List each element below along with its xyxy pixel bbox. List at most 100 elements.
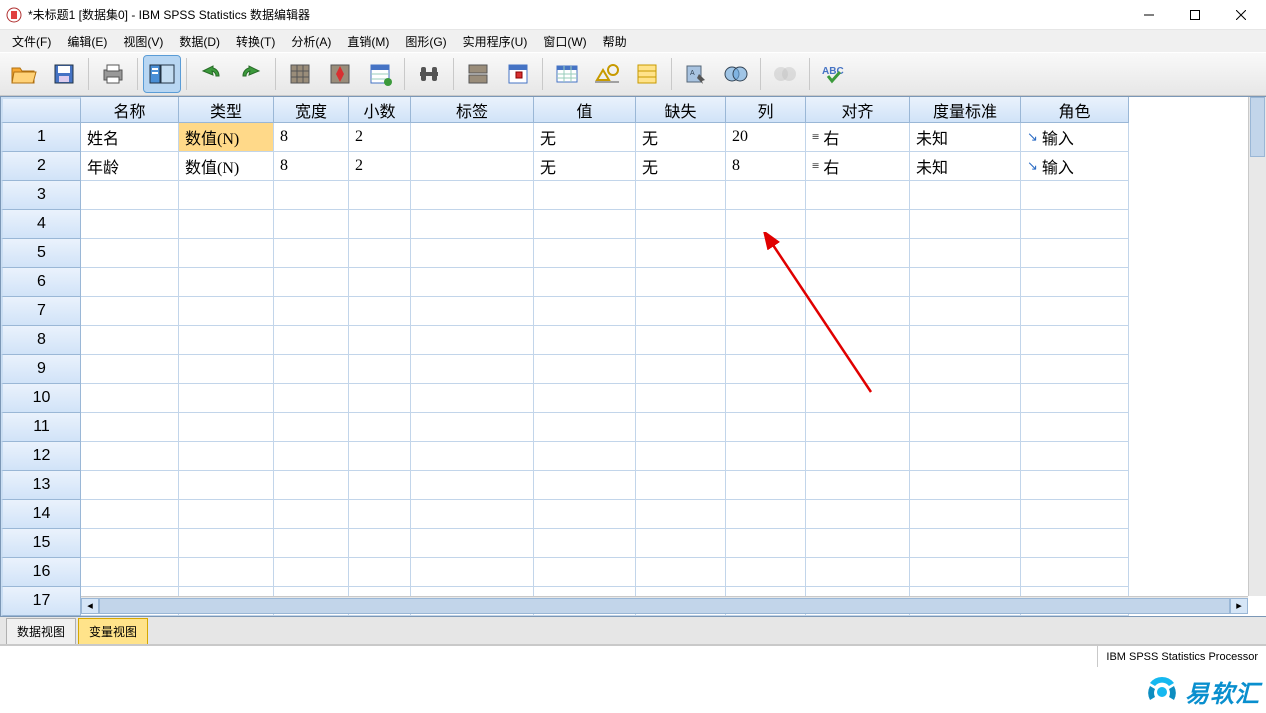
cell-empty[interactable]	[349, 239, 411, 268]
cell-empty[interactable]	[534, 558, 636, 587]
cell-empty[interactable]	[1021, 500, 1129, 529]
cell-decimals[interactable]: 2	[349, 123, 411, 152]
cell-empty[interactable]	[636, 181, 726, 210]
tab-variable-view[interactable]: 变量视图	[78, 618, 148, 644]
cell-empty[interactable]	[636, 239, 726, 268]
cell-label[interactable]	[411, 123, 534, 152]
row-header[interactable]: 10	[1, 384, 81, 413]
cell-empty[interactable]	[411, 297, 534, 326]
cell-empty[interactable]	[81, 529, 179, 558]
menu-data[interactable]: 数据(D)	[171, 31, 228, 52]
cell-cols[interactable]: 8	[726, 152, 806, 181]
cell-empty[interactable]	[411, 326, 534, 355]
value-labels-button[interactable]	[549, 56, 585, 92]
cell-empty[interactable]	[179, 297, 274, 326]
show-all-button[interactable]	[718, 56, 754, 92]
cell-empty[interactable]	[534, 326, 636, 355]
cell-name[interactable]: 姓名	[81, 123, 179, 152]
cell-empty[interactable]	[411, 413, 534, 442]
cell-empty[interactable]	[349, 326, 411, 355]
cell-empty[interactable]	[274, 181, 349, 210]
cell-empty[interactable]	[1021, 210, 1129, 239]
undo-button[interactable]	[193, 56, 229, 92]
corner-cell[interactable]	[1, 97, 81, 123]
cell-empty[interactable]	[349, 181, 411, 210]
cell-empty[interactable]	[726, 384, 806, 413]
cell-missing[interactable]: 无	[636, 152, 726, 181]
menu-marketing[interactable]: 直销(M)	[339, 31, 397, 52]
row-header[interactable]: 17	[1, 587, 81, 616]
dialog-recall-button[interactable]	[144, 56, 180, 92]
cell-empty[interactable]	[1021, 326, 1129, 355]
row-header[interactable]: 14	[1, 500, 81, 529]
customize-button[interactable]	[767, 56, 803, 92]
cell-empty[interactable]	[1021, 442, 1129, 471]
cell-empty[interactable]	[806, 471, 910, 500]
cell-empty[interactable]	[349, 210, 411, 239]
cell-empty[interactable]	[349, 268, 411, 297]
cell-empty[interactable]	[806, 529, 910, 558]
cell-empty[interactable]	[910, 442, 1021, 471]
col-header-cols[interactable]: 列	[726, 97, 806, 123]
cell-empty[interactable]	[910, 529, 1021, 558]
col-header-measure[interactable]: 度量标准	[910, 97, 1021, 123]
cell-empty[interactable]	[806, 558, 910, 587]
cell-empty[interactable]	[534, 181, 636, 210]
cell-empty[interactable]	[806, 210, 910, 239]
cell-empty[interactable]	[636, 529, 726, 558]
cell-empty[interactable]	[81, 500, 179, 529]
cell-empty[interactable]	[636, 326, 726, 355]
cell-empty[interactable]	[806, 500, 910, 529]
goto-variable-button[interactable]	[322, 56, 358, 92]
cell-empty[interactable]	[81, 558, 179, 587]
menu-view[interactable]: 视图(V)	[115, 31, 171, 52]
horizontal-scrollbar[interactable]: ◂ ▸	[81, 596, 1248, 614]
cell-empty[interactable]	[534, 210, 636, 239]
menu-analyze[interactable]: 分析(A)	[283, 31, 339, 52]
cell-role[interactable]: ↘输入	[1021, 123, 1129, 152]
cell-measure[interactable]: 未知	[910, 152, 1021, 181]
cell-empty[interactable]	[274, 210, 349, 239]
cell-empty[interactable]	[726, 239, 806, 268]
cell-empty[interactable]	[411, 471, 534, 500]
cell-empty[interactable]	[806, 181, 910, 210]
scroll-left-button[interactable]: ◂	[81, 598, 99, 614]
cell-width[interactable]: 8	[274, 123, 349, 152]
redo-button[interactable]	[233, 56, 269, 92]
variables-button[interactable]	[362, 56, 398, 92]
cell-empty[interactable]	[534, 413, 636, 442]
cell-empty[interactable]	[274, 326, 349, 355]
cell-empty[interactable]	[411, 355, 534, 384]
cell-empty[interactable]	[1021, 529, 1129, 558]
col-header-decimals[interactable]: 小数	[349, 97, 411, 123]
menu-help[interactable]: 帮助	[595, 31, 635, 52]
cell-empty[interactable]	[1021, 413, 1129, 442]
cell-empty[interactable]	[636, 355, 726, 384]
cell-empty[interactable]	[274, 297, 349, 326]
cell-empty[interactable]	[534, 500, 636, 529]
menu-utilities[interactable]: 实用程序(U)	[455, 31, 536, 52]
row-header[interactable]: 12	[1, 442, 81, 471]
find-button[interactable]	[411, 56, 447, 92]
cell-empty[interactable]	[179, 239, 274, 268]
cell-empty[interactable]	[81, 355, 179, 384]
cell-empty[interactable]	[1021, 384, 1129, 413]
close-button[interactable]	[1218, 0, 1264, 30]
cell-empty[interactable]	[1021, 239, 1129, 268]
cell-empty[interactable]	[910, 210, 1021, 239]
cell-empty[interactable]	[81, 471, 179, 500]
cell-empty[interactable]	[274, 355, 349, 384]
menu-window[interactable]: 窗口(W)	[535, 31, 594, 52]
cell-empty[interactable]	[274, 529, 349, 558]
cell-empty[interactable]	[910, 181, 1021, 210]
col-header-width[interactable]: 宽度	[274, 97, 349, 123]
row-header[interactable]: 8	[1, 326, 81, 355]
cell-empty[interactable]	[411, 529, 534, 558]
cell-empty[interactable]	[179, 471, 274, 500]
cell-empty[interactable]	[1021, 268, 1129, 297]
cell-measure[interactable]: 未知	[910, 123, 1021, 152]
cell-empty[interactable]	[534, 471, 636, 500]
cell-empty[interactable]	[179, 210, 274, 239]
row-header[interactable]: 2	[1, 152, 81, 181]
cell-empty[interactable]	[726, 181, 806, 210]
